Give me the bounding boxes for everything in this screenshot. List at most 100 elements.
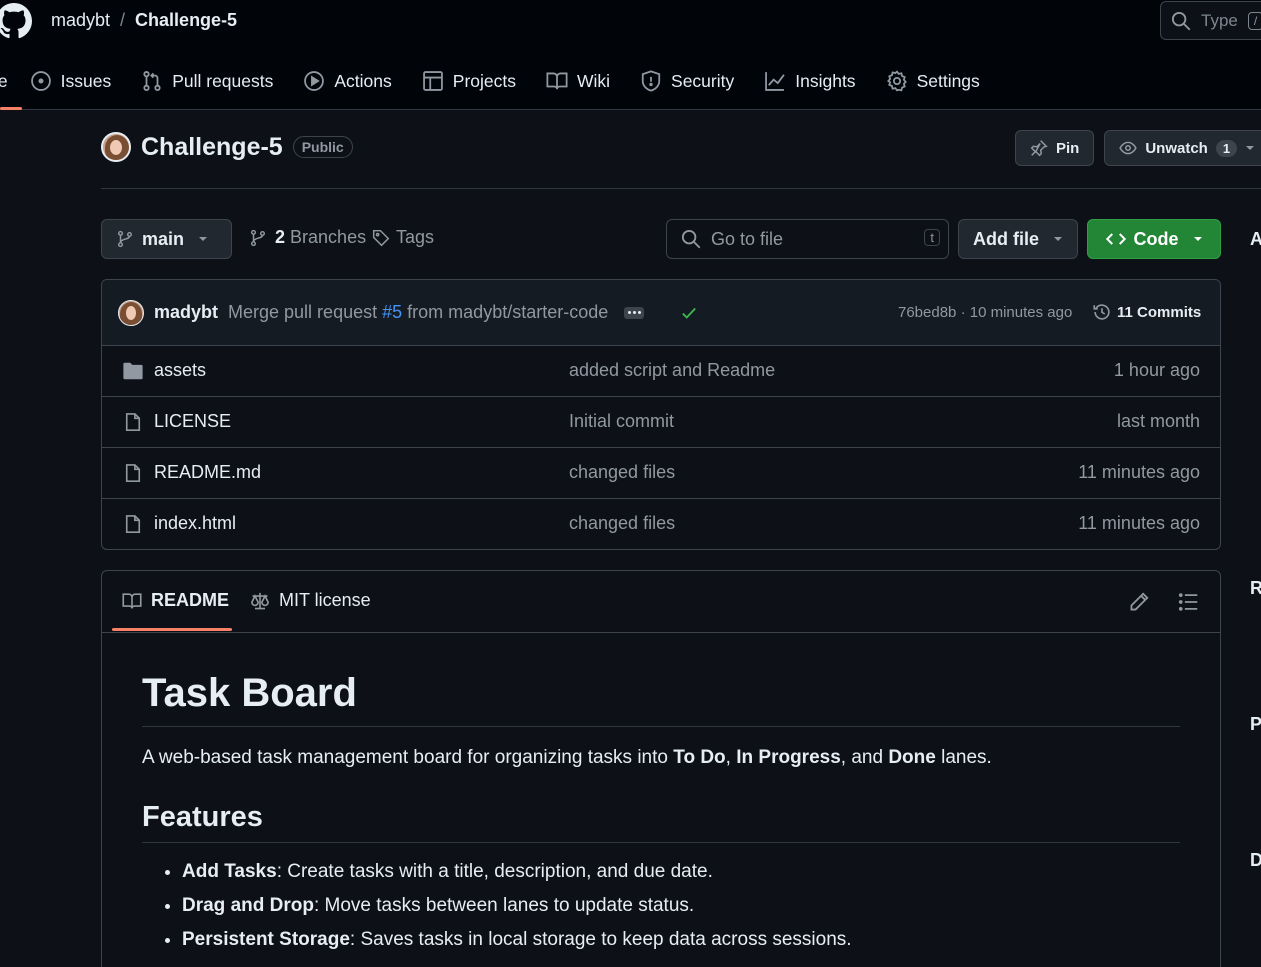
table-row[interactable]: index.html changed files 11 minutes ago [102,499,1220,549]
commit-pr-link[interactable]: #5 [382,302,402,322]
commit-hash-time[interactable]: 76bed8b · 10 minutes ago [898,304,1072,321]
tag-icon [372,229,390,246]
law-icon [251,592,269,609]
about-sidebar: A R P D [1250,0,1261,967]
pull-request-icon [143,71,161,91]
commit-message-pre: Merge pull request [228,302,378,322]
latest-commit-row: madybt Merge pull request #5 from madybt… [102,280,1220,346]
breadcrumb-separator: / [120,10,126,30]
deployments-heading: D [1250,850,1261,870]
tab-license-label: MIT license [279,590,371,610]
tab-security-label: Security [671,70,735,91]
file-name[interactable]: LICENSE [154,411,231,432]
pencil-icon[interactable] [1128,591,1150,613]
eye-icon [1119,141,1138,155]
tab-settings[interactable]: Settings [886,70,980,92]
tab-wiki[interactable]: Wiki [546,70,610,92]
file-commit-message[interactable]: added script and Readme [569,360,775,381]
search-input[interactable]: Type / [1160,1,1261,40]
book-icon [546,72,568,90]
readme-tabs: README MIT license [102,571,1220,633]
tab-settings-label: Settings [916,70,980,91]
tab-issues[interactable]: Issues [30,70,111,92]
file-name[interactable]: index.html [154,513,236,534]
go-to-file-input[interactable]: Go to file t [666,219,949,259]
file-commit-message[interactable]: changed files [569,462,675,483]
folder-icon [123,362,143,380]
pin-label: Pin [1056,139,1080,157]
readme-title: Task Board [142,671,1180,727]
list-outline-icon[interactable] [1178,591,1200,613]
file-commit-time: last month [1116,411,1200,431]
file-commit-time: 11 minutes ago [1078,513,1200,533]
tab-actions[interactable]: Actions [303,70,392,92]
check-icon[interactable] [680,304,698,322]
packages-heading: P [1250,714,1261,734]
tab-pull-requests[interactable]: Pull requests [141,70,273,92]
header-divider [101,188,1261,189]
tags-link[interactable]: Tags [372,227,434,248]
file-icon [125,515,141,533]
file-name[interactable]: assets [154,360,206,381]
tab-code[interactable]: le [0,71,8,92]
list-item: Add Tasks: Create tasks with a title, de… [182,861,1180,883]
commits-count: 11 Commits [1117,303,1202,321]
history-icon [1093,304,1110,320]
chevron-down-icon [199,237,208,241]
branches-count: 2 [275,227,286,247]
commit-author-avatar[interactable] [118,299,144,326]
pin-button[interactable]: Pin [1015,130,1095,166]
list-item: Drag and Drop: Move tasks between lanes … [182,895,1180,917]
table-row[interactable]: README.md changed files 11 minutes ago [102,448,1220,499]
gear-icon [886,70,907,92]
tab-insights[interactable]: Insights [764,70,856,92]
table-icon [422,71,443,91]
repo-title: Challenge-5 [141,132,283,161]
commits-history-link[interactable]: 11 Commits [1092,302,1201,322]
chevron-down-icon [1193,237,1202,241]
table-row[interactable]: assets added script and Readme 1 hour ag… [102,346,1220,397]
active-tab-indicator [0,107,22,110]
repo-actions: Pin Unwatch 1 [1015,130,1261,166]
graph-icon [765,72,785,91]
branch-name: main [142,228,185,249]
commit-expand-button[interactable] [624,306,645,319]
visibility-badge: Public [292,136,353,158]
file-toolbar: main 2 Branches Tags Go to file t Add fi… [101,219,1221,259]
releases-heading: R [1250,578,1261,598]
file-commit-time: 1 hour ago [1113,360,1200,380]
github-logo-icon[interactable] [0,1,32,41]
tab-insights-label: Insights [795,70,856,91]
tab-code-label: le [0,70,8,91]
owner-avatar[interactable] [101,132,131,162]
tab-license[interactable]: MIT license [250,590,371,611]
branch-select-button[interactable]: main [101,219,232,259]
tab-projects-label: Projects [452,70,516,91]
tab-security[interactable]: Security [640,70,734,92]
global-header: madybt / Challenge-5 Type / le Issues Pu… [0,0,1261,110]
search-placeholder: Type [1201,10,1238,30]
about-heading: A [1250,229,1261,249]
owner-link[interactable]: madybt [51,10,110,31]
repo-link[interactable]: Challenge-5 [135,10,237,31]
commit-message[interactable]: Merge pull request #5 from madybt/starte… [228,302,608,323]
tab-pull-requests-label: Pull requests [172,70,274,91]
file-commit-message[interactable]: Initial commit [569,411,674,432]
code-label: Code [1133,228,1179,249]
list-item: Persistent Storage: Saves tasks in local… [182,929,1180,951]
unwatch-button[interactable]: Unwatch 1 [1104,130,1261,166]
branches-link[interactable]: 2 Branches [249,227,366,248]
file-commit-message[interactable]: changed files [569,513,675,534]
add-file-button[interactable]: Add file [958,219,1078,259]
add-file-label: Add file [973,228,1039,249]
tab-projects[interactable]: Projects [422,70,516,92]
repo-title-row: Challenge-5 Public [101,132,353,162]
code-button[interactable]: Code [1087,219,1221,259]
code-icon [1105,233,1126,245]
shield-icon [641,70,661,92]
file-name[interactable]: README.md [154,462,261,483]
watch-count: 1 [1215,139,1238,157]
table-row[interactable]: LICENSE Initial commit last month [102,397,1220,448]
tab-readme[interactable]: README [122,590,229,611]
commit-author[interactable]: madybt [154,302,218,323]
